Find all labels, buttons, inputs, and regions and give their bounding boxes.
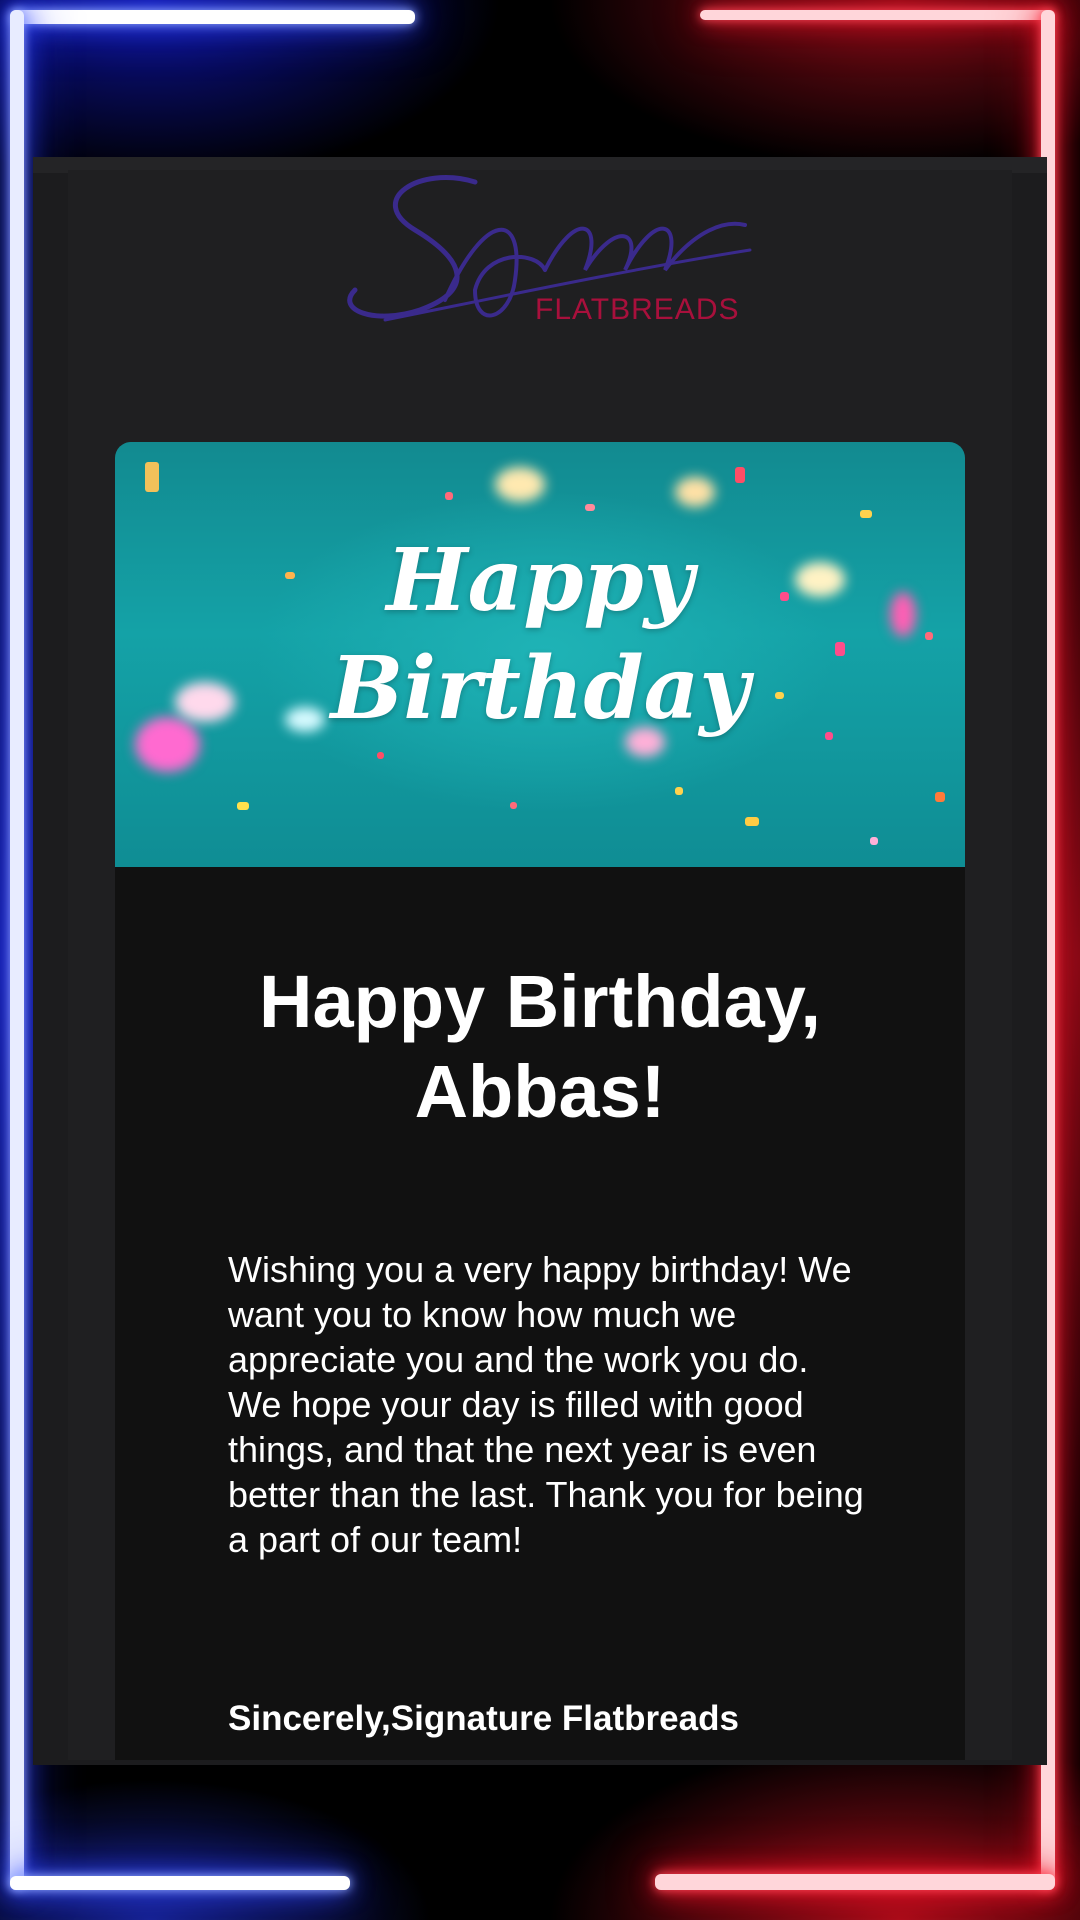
banner-happy-birthday-text: Happy Birthday	[115, 527, 965, 743]
banner-title-line2: Birthday	[330, 638, 750, 739]
confetti-piece	[377, 752, 384, 759]
birthday-message: Wishing you a very happy birthday! We wa…	[228, 1249, 864, 1560]
confetti-piece	[237, 802, 249, 810]
confetti-piece	[935, 792, 945, 802]
headline-line2: Abbas!	[414, 1050, 666, 1133]
bokeh-light	[675, 477, 715, 507]
headline-line1: Happy Birthday,	[259, 960, 821, 1043]
confetti-piece	[445, 492, 453, 500]
confetti-piece	[860, 510, 872, 518]
email-content: Happy Birthday, Abbas! Wishing you a ver…	[115, 867, 965, 1760]
banner-title-line1: Happy	[386, 530, 694, 631]
signoff-text: Sincerely,Signature Flatbreads	[228, 1699, 739, 1738]
signature-flatbreads-logo: FLATBREADS	[325, 170, 755, 350]
logo-flatbreads-text: FLATBREADS	[535, 293, 740, 326]
confetti-piece	[585, 504, 595, 511]
confetti-piece	[735, 467, 745, 483]
neon-bar-bottom-left	[10, 1876, 350, 1890]
neon-bar-left	[10, 10, 24, 1890]
neon-bar-top-right	[700, 10, 1055, 20]
neon-bar-top-left	[10, 10, 415, 24]
bokeh-light	[495, 467, 545, 502]
neon-bar-bottom-right	[655, 1874, 1055, 1890]
confetti-piece	[870, 837, 878, 845]
birthday-banner-image: Happy Birthday	[115, 442, 965, 867]
confetti-piece	[675, 787, 683, 795]
confetti-piece	[145, 462, 159, 492]
confetti-piece	[745, 817, 759, 826]
birthday-headline: Happy Birthday, Abbas!	[115, 957, 965, 1137]
confetti-piece	[510, 802, 517, 809]
